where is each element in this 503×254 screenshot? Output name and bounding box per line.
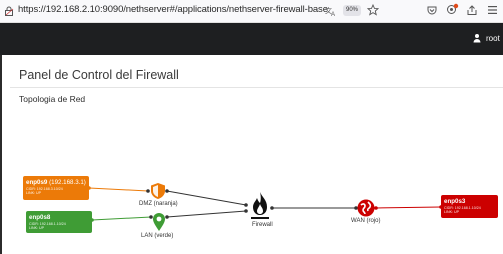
interface-card-red[interactable]: enp0s3 CIDR: 192.168.1.10/24 LINK: UP bbox=[441, 195, 498, 218]
wan-label: WAN (rojo) bbox=[351, 218, 381, 224]
interface-card-orange[interactable]: enp0s9 (192.168.3.1) CIDR: 192.168.3.10/… bbox=[23, 176, 89, 200]
link-orange-dmz bbox=[88, 187, 149, 192]
link-green-lan bbox=[91, 216, 152, 221]
dmz-label: DMZ (naranja) bbox=[139, 201, 178, 207]
map-pin-icon[interactable] bbox=[152, 212, 166, 232]
interface-link: LINK: UP bbox=[444, 210, 459, 215]
shield-icon[interactable] bbox=[150, 182, 166, 200]
interface-name-label: enp0s3 bbox=[444, 198, 466, 205]
interface-name-label: enp0s9 (192.168.3.1) bbox=[26, 179, 86, 186]
interface-name-label: enp0s8 bbox=[29, 214, 51, 221]
interface-card-green[interactable]: enp0s8 CIDR: 192.168.1.10/24 LINK: UP bbox=[26, 211, 92, 233]
link-wan-red bbox=[375, 206, 442, 209]
globe-icon[interactable] bbox=[357, 199, 375, 217]
link-dmz-firewall bbox=[166, 190, 247, 206]
firewall-label: Firewall bbox=[252, 222, 273, 228]
interface-link: LINK: UP bbox=[29, 226, 44, 231]
link-lan-firewall bbox=[166, 210, 247, 218]
fire-icon[interactable] bbox=[250, 191, 270, 221]
interface-link: LINK: UP bbox=[26, 191, 41, 196]
lan-label: LAN (verde) bbox=[141, 233, 174, 239]
